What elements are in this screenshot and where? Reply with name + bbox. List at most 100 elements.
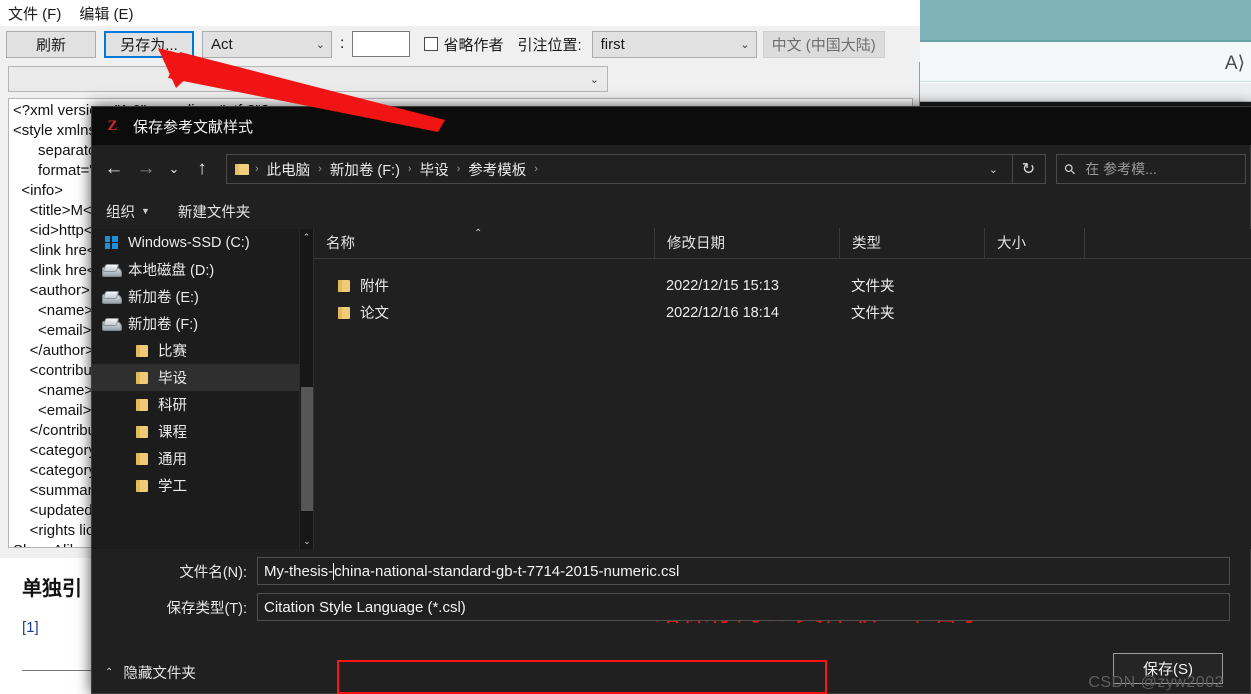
folder-icon <box>130 398 152 412</box>
scroll-up-icon[interactable]: ⌃ <box>300 229 313 245</box>
tree-item-bishe[interactable]: 毕设 <box>92 364 313 391</box>
forward-arrow-icon[interactable]: → <box>130 153 162 185</box>
word-title-bar <box>920 0 1251 40</box>
suppress-author-label: 省略作者 <box>443 36 504 54</box>
dialog-nav-bar: ← → ⌄ ↑ › 此电脑 › 新加卷 (F:) › 毕设 › 参考模板 › ⌄ <box>92 145 1251 193</box>
search-input[interactable]: ⚲ 在 参考模... <box>1056 154 1246 184</box>
organize-button[interactable]: 组织 ▼ <box>106 201 150 222</box>
tree-item-windows-ssd[interactable]: Windows-SSD (C:) <box>92 229 313 256</box>
folder-icon <box>130 452 152 466</box>
menu-item-file[interactable]: 文件 (F) <box>8 3 61 24</box>
locale-display: 中文 (中国大陆) <box>762 30 885 58</box>
address-bar[interactable]: › 此电脑 › 新加卷 (F:) › 毕设 › 参考模板 › ⌄ <box>226 154 1013 184</box>
breadcrumb-item-0[interactable]: 此电脑 <box>264 159 314 180</box>
folder-icon <box>336 279 351 293</box>
filetype-value: Citation Style Language (*.csl) <box>264 598 466 616</box>
file-name-cell: 论文 <box>314 302 654 323</box>
column-label: 类型 <box>852 236 881 252</box>
tree-item-xuegong[interactable]: 学工 <box>92 472 313 499</box>
tree-item-label: 通用 <box>158 452 187 468</box>
organize-label: 组织 <box>106 204 135 221</box>
citation-position-select[interactable]: first ⌄ <box>591 30 757 58</box>
colon-separator: : <box>340 35 345 52</box>
filename-input[interactable]: My-thesis-china-national-standard-gb-t-7… <box>257 557 1230 585</box>
folder-icon <box>130 371 152 385</box>
navigation-tree: Windows-SSD (C:) 本地磁盘 (D:) 新加卷 (E:) 新加卷 … <box>92 229 314 549</box>
scrollbar-thumb[interactable] <box>301 387 313 511</box>
filetype-select[interactable]: Citation Style Language (*.csl) <box>257 593 1230 621</box>
column-label: 大小 <box>997 236 1026 252</box>
filename-row: 文件名(N): My-thesis-china-national-standar… <box>92 555 1251 587</box>
save-as-button[interactable]: 另存为... <box>104 30 194 58</box>
drive-icon <box>100 291 122 304</box>
dialog-title: 保存参考文献样式 <box>133 118 254 136</box>
folder-icon <box>336 306 351 320</box>
menu-bar: 文件 (F) 编辑 (E) <box>0 0 920 26</box>
up-arrow-icon[interactable]: ↑ <box>186 153 218 185</box>
dialog-command-bar: 组织 ▼ 新建文件夹 <box>92 193 1251 229</box>
tree-item-label: 课程 <box>158 425 187 441</box>
tree-item-bisai[interactable]: 比赛 <box>92 337 313 364</box>
word-ruler-strip <box>920 83 1251 102</box>
suppress-author-checkbox-wrap[interactable]: 省略作者 <box>424 34 503 55</box>
column-header-type[interactable]: 类型 <box>839 228 984 258</box>
filetype-label: 保存类型(T): <box>166 600 247 617</box>
read-aloud-icon[interactable]: A⟩ <box>1225 52 1245 75</box>
breadcrumb-item-3[interactable]: 参考模板 <box>465 159 529 180</box>
refresh-icon[interactable]: ↻ <box>1012 154 1046 184</box>
chevron-down-icon: ⌄ <box>589 73 599 86</box>
hide-folders-label: 隐藏文件夹 <box>123 666 196 682</box>
tree-scrollbar[interactable]: ⌃ ⌄ <box>299 229 313 549</box>
tree-item-tongyong[interactable]: 通用 <box>92 445 313 472</box>
tree-item-label: 新加卷 (F:) <box>128 317 199 333</box>
breadcrumb-item-2[interactable]: 毕设 <box>417 159 452 180</box>
back-arrow-icon[interactable]: ← <box>98 153 130 185</box>
file-name: 附件 <box>360 279 389 295</box>
tree-item-local-disk-d[interactable]: 本地磁盘 (D:) <box>92 256 313 283</box>
file-name: 论文 <box>360 306 389 322</box>
file-name-cell: 附件 <box>314 275 654 296</box>
locator-input[interactable] <box>352 31 411 57</box>
word-ribbon-strip <box>920 42 1251 82</box>
table-row[interactable]: 附件 2022/12/15 15:13 文件夹 <box>314 272 1251 299</box>
new-folder-button[interactable]: 新建文件夹 <box>178 201 251 222</box>
chevron-down-icon[interactable]: ⌄ <box>162 153 186 185</box>
citation-position-label: 引注位置: <box>517 36 582 54</box>
table-row[interactable]: 论文 2022/12/16 18:14 文件夹 <box>314 299 1251 326</box>
column-header-modified[interactable]: 修改日期 <box>654 228 839 258</box>
style-editor-toolbar: 刷新 另存为... Act ⌄ : 省略作者 引注位置: first ⌄ 中文 … <box>0 26 920 62</box>
tree-item-volume-f[interactable]: 新加卷 (F:) <box>92 310 313 337</box>
breadcrumb-item-1[interactable]: 新加卷 (F:) <box>327 159 403 180</box>
filename-label: 文件名(N): <box>179 564 247 581</box>
menu-item-edit[interactable]: 编辑 (E) <box>79 3 133 24</box>
file-type: 文件夹 <box>851 306 895 322</box>
search-placeholder: 在 参考模... <box>1085 161 1157 177</box>
suppress-author-checkbox[interactable] <box>424 37 439 51</box>
column-header-name[interactable]: ⌃ 名称 <box>314 228 654 258</box>
breadcrumb-separator-icon: › <box>534 163 538 175</box>
watermark: CSDN @zyw2002 <box>1088 674 1224 691</box>
dialog-footer: ⌃ 隐藏文件夹 保存(S) CSDN @zyw2002 <box>92 652 1251 694</box>
style-select[interactable]: ⌄ <box>8 66 608 92</box>
tree-item-volume-e[interactable]: 新加卷 (E:) <box>92 283 313 310</box>
column-header-size[interactable]: 大小 <box>984 228 1084 258</box>
file-modified: 2022/12/16 18:14 <box>666 304 779 321</box>
hide-folders-toggle[interactable]: ⌃ 隐藏文件夹 <box>105 662 196 683</box>
dialog-title-bar: Z 保存参考文献样式 <box>92 107 1251 145</box>
tree-item-kecheng[interactable]: 课程 <box>92 418 313 445</box>
citation-type-value: Act <box>211 35 233 53</box>
filetype-row: 保存类型(T): Citation Style Language (*.csl) <box>92 591 1251 623</box>
citation-type-select[interactable]: Act ⌄ <box>202 30 332 58</box>
tree-item-label: Windows-SSD (C:) <box>128 234 250 251</box>
breadcrumb-separator-icon: › <box>456 163 461 175</box>
refresh-button[interactable]: 刷新 <box>6 30 96 58</box>
windows-drive-icon <box>100 236 122 249</box>
tree-item-keyan[interactable]: 科研 <box>92 391 313 418</box>
tree-item-label: 学工 <box>158 479 187 495</box>
drive-icon <box>100 318 122 331</box>
chevron-down-icon: ⌄ <box>740 38 750 51</box>
tree-item-label: 新加卷 (E:) <box>128 290 199 306</box>
chevron-down-icon[interactable]: ⌄ <box>979 163 1008 176</box>
file-list-header: ⌃ 名称 修改日期 类型 大小 <box>314 228 1251 259</box>
scroll-down-icon[interactable]: ⌄ <box>300 533 313 549</box>
